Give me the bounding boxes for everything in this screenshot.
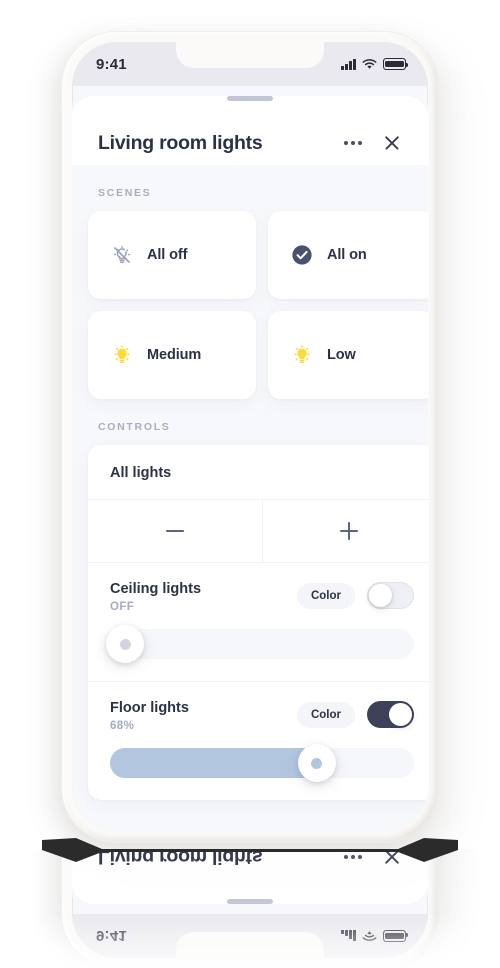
scene-label: All off [147, 247, 188, 263]
sheet-header: Living room lights [72, 123, 428, 163]
notch [176, 932, 324, 958]
light-toggle[interactable] [367, 582, 414, 609]
toggle-knob [389, 703, 412, 726]
slider-fill [110, 748, 317, 778]
drag-handle [227, 899, 273, 904]
brightness-slider[interactable] [106, 625, 414, 663]
light-state: OFF [110, 601, 135, 613]
bottom-sheet: Living room lights SCENES [72, 86, 428, 832]
status-bar: 9:41 [72, 914, 428, 958]
more-horizontal-icon[interactable] [342, 135, 364, 151]
controls-section-label: CONTROLS [98, 421, 171, 433]
phone-screen: 9:41 Living room lights [72, 849, 428, 958]
plus-icon [340, 522, 359, 540]
all-lights-title: All lights [110, 465, 172, 481]
phone-screen: 9:41 Living room lights [72, 42, 428, 832]
status-bar: 9:41 [72, 42, 428, 86]
sheet-top: Living room lights [72, 96, 428, 165]
reflection-fade [0, 849, 500, 968]
scene-card-all-off[interactable]: All off [88, 211, 256, 299]
light-info: Ceiling lights OFF [110, 581, 201, 613]
wifi-icon [362, 931, 377, 942]
bulb-off-icon [110, 243, 134, 267]
status-icons [341, 930, 406, 942]
close-icon[interactable] [382, 133, 402, 153]
bottom-sheet: Living room lights SCENES [72, 849, 428, 914]
sheet-top: Living room lights [72, 849, 428, 904]
battery-icon [383, 930, 406, 942]
decrease-brightness-button[interactable] [88, 500, 262, 562]
drag-handle[interactable] [227, 96, 273, 101]
minus-icon [165, 522, 184, 540]
scene-root: 9:41 Living room lights SCENES All off A… [0, 0, 500, 968]
light-name: Ceiling lights [110, 581, 202, 597]
device-reflection: 9:41 Living room lights [0, 849, 500, 968]
bulb-on-icon [110, 343, 134, 367]
brightness-slider[interactable] [110, 744, 414, 782]
page-title: Living room lights [98, 849, 263, 869]
header-actions [342, 133, 402, 153]
signal-icon [341, 930, 356, 942]
scene-label: Low [327, 347, 356, 363]
page-title: Living room lights [98, 131, 263, 154]
slider-track [110, 629, 414, 659]
wifi-icon [362, 58, 377, 69]
light-toggle[interactable] [367, 701, 414, 728]
scene-label: All on [327, 247, 367, 263]
device-reflection-content: 9:41 Living room lights [62, 849, 438, 968]
light-row-floor: Floor lights 68% Color [88, 681, 428, 800]
phone-device: 9:41 Living room lights [62, 32, 438, 842]
scenes-section-label: SCENES [98, 187, 152, 199]
toggle-knob [369, 584, 392, 607]
battery-icon [383, 58, 408, 70]
header-actions [342, 849, 402, 867]
all-lights-stepper [88, 499, 428, 562]
scene-card-low[interactable]: Low [268, 311, 428, 399]
slider-thumb[interactable] [297, 744, 336, 782]
slider-thumb[interactable] [106, 625, 144, 663]
light-actions: Color [296, 581, 414, 609]
light-name: Floor lights [110, 700, 189, 716]
controls-card: All lights Ceiling lights OFF Color Floo… [88, 445, 428, 800]
close-icon [382, 849, 402, 867]
light-info: Floor lights 68% [110, 700, 189, 732]
check-circle-icon [290, 243, 314, 267]
light-header: Ceiling lights OFF Color [110, 581, 414, 613]
phone-device: 9:41 Living room lights [62, 849, 438, 968]
light-row-ceiling: Ceiling lights OFF Color [88, 562, 428, 681]
status-time: 9:41 [96, 927, 127, 945]
scene-label: Medium [147, 347, 202, 363]
color-button[interactable]: Color [296, 582, 355, 609]
signal-icon [341, 58, 356, 70]
light-actions: Color [296, 700, 414, 728]
status-time: 9:41 [96, 55, 127, 73]
increase-brightness-button[interactable] [261, 500, 429, 562]
more-horizontal-icon [342, 849, 364, 865]
notch [176, 42, 324, 68]
scenes-grid: All off All on Medium Low [72, 211, 428, 399]
scene-card-medium[interactable]: Medium [88, 311, 256, 399]
scene-card-all-on[interactable]: All on [268, 211, 428, 299]
sheet-header: Living room lights [72, 849, 428, 877]
light-state: 68% [110, 720, 135, 732]
color-button[interactable]: Color [296, 701, 355, 728]
status-icons [341, 58, 408, 70]
light-header: Floor lights 68% Color [110, 700, 414, 732]
bulb-on-icon [290, 343, 314, 367]
